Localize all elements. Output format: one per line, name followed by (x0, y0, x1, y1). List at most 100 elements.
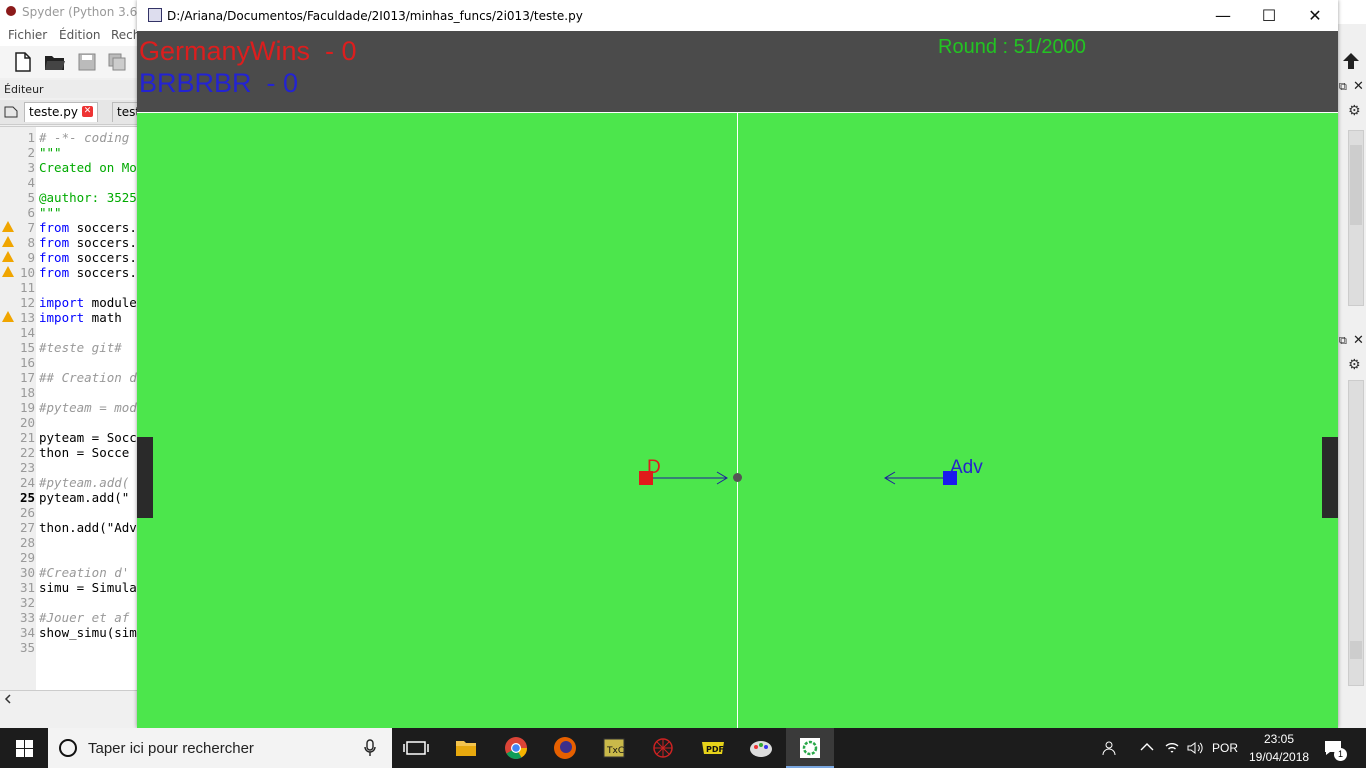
clock-time[interactable]: 23:05 (1264, 732, 1294, 746)
line-number: 1 (27, 130, 35, 145)
spyder-title-text: Spyder (Python 3.6) (22, 5, 142, 19)
code-line[interactable]: 13 import math (0, 310, 138, 325)
gear-icon[interactable]: ⚙ (1348, 357, 1361, 373)
input-language[interactable]: POR (1212, 741, 1238, 755)
code-editor[interactable]: 1 # -*- coding 2 """ 3 Created on Mo 4 5 @author… (0, 126, 138, 691)
maximize-button[interactable]: ☐ (1246, 0, 1292, 31)
code-line[interactable]: 15 #teste git# (0, 340, 138, 355)
browse-tabs-icon[interactable] (4, 106, 18, 118)
code-line[interactable]: 8 from soccers. (0, 235, 138, 250)
open-folder-icon[interactable] (44, 52, 66, 72)
vertical-scrollbar[interactable] (1348, 380, 1364, 686)
search-box[interactable]: Taper ici pour rechercher (48, 728, 392, 768)
code-line[interactable]: 26 (0, 505, 138, 520)
line-number: 16 (19, 355, 35, 370)
line-number: 22 (19, 445, 35, 460)
editor-horizontal-scrollbar[interactable] (0, 690, 140, 707)
code-line[interactable]: 24 #pyteam.add( (0, 475, 138, 490)
tab-label: teste.py (29, 105, 78, 119)
microphone-icon[interactable] (364, 739, 376, 757)
code-line[interactable]: 32 (0, 595, 138, 610)
code-line[interactable]: 6 """ (0, 205, 138, 220)
code-line[interactable]: 23 (0, 460, 138, 475)
line-number: 12 (19, 295, 35, 310)
texmaker-icon[interactable]: TxC (598, 732, 630, 764)
code-line[interactable]: 21 pyteam = Socc (0, 430, 138, 445)
code-line[interactable]: 22 thon = Socce (0, 445, 138, 460)
line-number: 18 (19, 385, 35, 400)
save-icon[interactable] (78, 52, 96, 72)
code-line[interactable]: 1 # -*- coding (0, 130, 138, 145)
code-line[interactable]: 35 (0, 640, 138, 655)
minimize-button[interactable]: — (1200, 0, 1246, 31)
pdf-icon[interactable]: PDF (697, 732, 729, 764)
code-line[interactable]: 14 (0, 325, 138, 340)
chrome-icon[interactable] (500, 732, 532, 764)
close-pane-icon[interactable]: ✕ (1353, 333, 1364, 348)
code-line[interactable]: 34 show_simu(sim (0, 625, 138, 640)
scroll-left-icon[interactable] (4, 694, 12, 704)
wifi-icon[interactable] (1164, 740, 1180, 756)
active-app-tile[interactable] (786, 728, 834, 768)
code-line[interactable]: 27 thon.add("Adv (0, 520, 138, 535)
menu-recherche[interactable]: Rech (111, 28, 140, 42)
line-number: 8 (27, 235, 35, 250)
code-text: thon = Socce (39, 445, 130, 460)
code-line[interactable]: 4 (0, 175, 138, 190)
menu-edition[interactable]: Édition (59, 28, 101, 42)
code-line[interactable]: 33 #Jouer et af (0, 610, 138, 625)
paint-icon[interactable] (745, 732, 777, 764)
file-explorer-icon[interactable] (450, 732, 482, 764)
code-line[interactable]: 19 #pyteam = mod (0, 400, 138, 415)
code-line[interactable]: 7 from soccers. (0, 220, 138, 235)
code-line[interactable]: 11 (0, 280, 138, 295)
code-line[interactable]: 10 from soccers. (0, 265, 138, 280)
line-number: 2 (27, 145, 35, 160)
close-pane-icon[interactable]: ✕ (1353, 79, 1364, 94)
line-number: 26 (19, 505, 35, 520)
right-dock-strip: ⧉ ✕ ⚙ ⧉ ✕ ⚙ (1338, 46, 1366, 728)
code-line[interactable]: 9 from soccers. (0, 250, 138, 265)
vertical-scrollbar[interactable] (1348, 130, 1364, 306)
new-file-icon[interactable] (14, 52, 32, 72)
code-line[interactable]: 18 (0, 385, 138, 400)
task-view-icon[interactable] (400, 732, 432, 764)
code-line[interactable]: 12 import module (0, 295, 138, 310)
tab-teste-py[interactable]: teste.py ✕ (24, 102, 98, 122)
volume-icon[interactable] (1186, 740, 1204, 756)
code-line[interactable]: 5 @author: 3525 (0, 190, 138, 205)
code-line[interactable]: 25 pyteam.add(" (0, 490, 138, 505)
code-line[interactable]: 20 (0, 415, 138, 430)
menu-fichier[interactable]: Fichier (8, 28, 47, 42)
undock-icon[interactable]: ⧉ (1339, 334, 1347, 348)
code-line[interactable]: 16 (0, 355, 138, 370)
code-text: @author: 3525 (39, 190, 137, 205)
close-tab-icon[interactable]: ✕ (82, 106, 93, 117)
scrollbar-thumb[interactable] (1350, 145, 1362, 225)
code-text: from soccers. (39, 220, 137, 235)
code-line[interactable]: 17 ## Creation d (0, 370, 138, 385)
chevron-up-icon[interactable] (1140, 742, 1154, 752)
gear-icon[interactable]: ⚙ (1348, 103, 1361, 119)
code-line[interactable]: 29 (0, 550, 138, 565)
team2-score: BRBRBR - 0 (139, 68, 299, 98)
people-icon[interactable] (1102, 740, 1120, 756)
code-text: import math (39, 310, 122, 325)
save-all-icon[interactable] (108, 52, 126, 72)
code-line[interactable]: 31 simu = Simula (0, 580, 138, 595)
svg-text:PDF: PDF (706, 745, 724, 754)
code-line[interactable]: 2 """ (0, 145, 138, 160)
code-text: #pyteam = mod (39, 400, 137, 415)
up-arrow-icon[interactable] (1341, 52, 1361, 70)
code-line[interactable]: 28 (0, 535, 138, 550)
spider-icon[interactable] (647, 732, 679, 764)
start-button[interactable] (0, 728, 48, 768)
code-line[interactable]: 30 #Creation d' (0, 565, 138, 580)
firefox-icon[interactable] (549, 732, 581, 764)
undock-icon[interactable]: ⧉ (1339, 80, 1347, 94)
clock-date[interactable]: 19/04/2018 (1249, 750, 1309, 764)
code-text: Created on Mo (39, 160, 137, 175)
code-line[interactable]: 3 Created on Mo (0, 160, 138, 175)
close-button[interactable]: ✕ (1292, 0, 1338, 31)
scrollbar-thumb[interactable] (1350, 641, 1362, 659)
